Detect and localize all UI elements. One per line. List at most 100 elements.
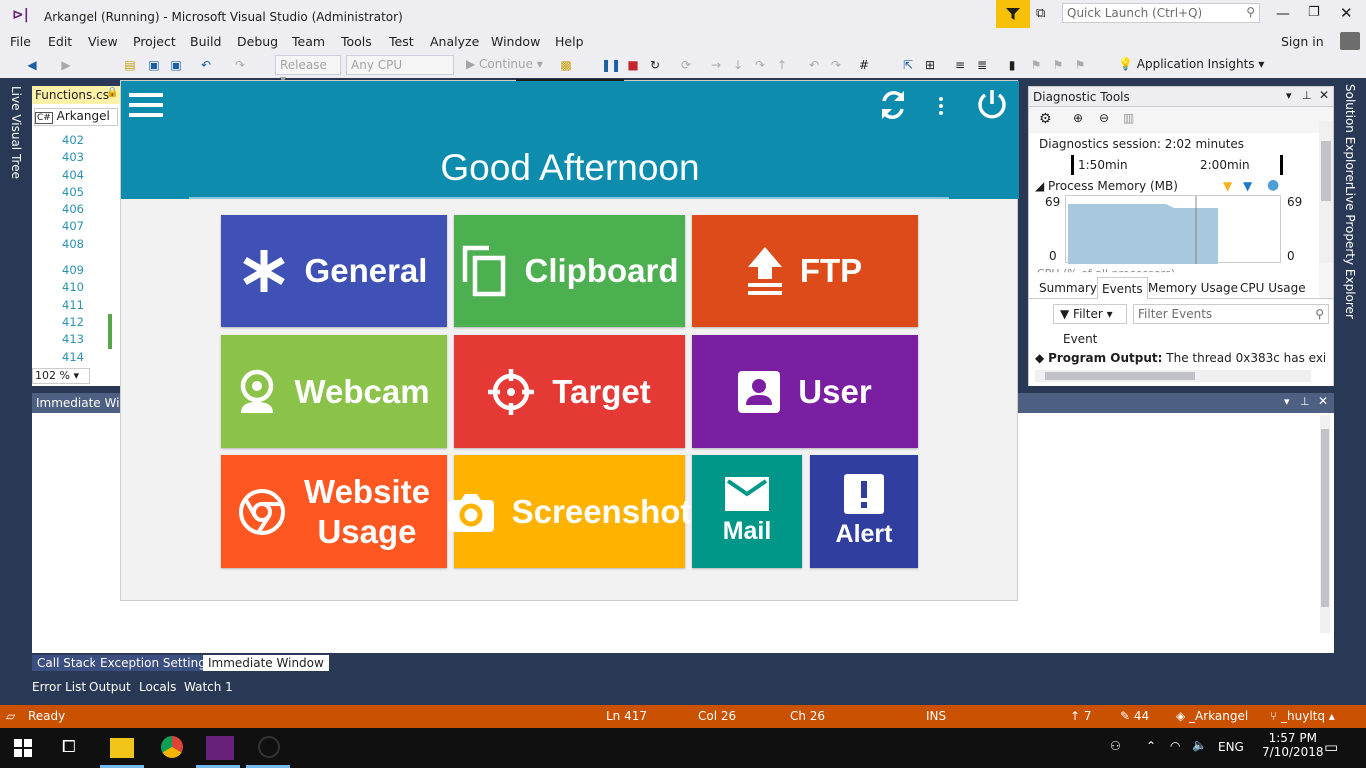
- menu-file[interactable]: File: [10, 34, 31, 49]
- show-hidden-icons[interactable]: ⌃: [1146, 739, 1156, 753]
- repository-indicator[interactable]: ◈ _Arkangel: [1176, 709, 1248, 723]
- filter-events-input[interactable]: Filter Events ⚲: [1133, 304, 1329, 324]
- diag-hscrollbar[interactable]: [1035, 370, 1311, 382]
- app-insights-button[interactable]: 💡 Application Insights ▾: [1118, 57, 1264, 71]
- people-icon[interactable]: ⚇: [1110, 739, 1121, 753]
- menu-edit[interactable]: Edit: [48, 34, 72, 49]
- clock[interactable]: 1:57 PM 7/10/2018: [1262, 731, 1324, 759]
- quick-launch-input[interactable]: Quick Launch (Ctrl+Q) ⚲: [1062, 3, 1260, 23]
- pause-icon[interactable]: ❚❚: [601, 57, 621, 73]
- menu-debug[interactable]: Debug: [237, 34, 278, 49]
- scrollbar-thumb[interactable]: [1321, 429, 1329, 607]
- next-bookmark-icon[interactable]: ⚑: [1050, 57, 1066, 73]
- forward-icon[interactable]: ▶: [58, 57, 74, 73]
- select-element-icon[interactable]: ⇱: [900, 57, 916, 73]
- tab-cpu-usage[interactable]: CPU Usage: [1240, 281, 1306, 295]
- pin-icon[interactable]: 🔒: [106, 87, 118, 98]
- pin-icon[interactable]: ⊥: [1300, 395, 1310, 408]
- task-view-icon[interactable]: ⧠: [62, 737, 76, 757]
- account-icon[interactable]: [1340, 32, 1360, 50]
- open-folder-icon[interactable]: ▤: [122, 57, 138, 73]
- live-visual-tree-tab[interactable]: Live Visual Tree: [9, 86, 23, 179]
- step-out-icon[interactable]: ↑: [774, 57, 790, 73]
- editor-tab[interactable]: Functions.cs 🔒: [32, 86, 120, 104]
- close-icon[interactable]: ✕: [1319, 88, 1329, 102]
- minimize-button[interactable]: —: [1276, 6, 1290, 22]
- continue-button[interactable]: ▶ Continue ▾: [466, 57, 543, 71]
- sign-in-link[interactable]: Sign in: [1281, 34, 1324, 49]
- dropdown-icon[interactable]: ▾: [1286, 89, 1292, 102]
- tile-alert[interactable]: Alert: [810, 455, 918, 568]
- close-button[interactable]: ✕: [1340, 4, 1353, 22]
- hamburger-menu-icon[interactable]: [129, 93, 163, 117]
- step-over-icon[interactable]: ↷: [752, 57, 768, 73]
- tab-locals[interactable]: Locals: [134, 679, 181, 695]
- save-icon[interactable]: ▣: [146, 57, 162, 73]
- close-icon[interactable]: ✕: [1318, 394, 1328, 408]
- filter-button[interactable]: ▼ Filter ▾: [1053, 304, 1127, 324]
- zoom-dropdown[interactable]: 102 % ▾: [32, 368, 90, 384]
- tile-clipboard[interactable]: Clipboard: [454, 215, 685, 327]
- bookmark-icon[interactable]: ▮: [1004, 57, 1020, 73]
- tab-memory-usage[interactable]: Memory Usage: [1148, 281, 1238, 295]
- back-step-icon[interactable]: ↶: [806, 57, 822, 73]
- live-property-explorer-tab[interactable]: Live Property Explorer: [1343, 186, 1357, 319]
- reset-view-icon[interactable]: ▥: [1123, 111, 1134, 125]
- start-icon[interactable]: [14, 739, 32, 760]
- branch-indicator[interactable]: ⑂ _huyltq ▴: [1270, 709, 1335, 723]
- event-column-header[interactable]: Event: [1063, 332, 1097, 346]
- volume-icon[interactable]: 🔈: [1192, 738, 1207, 752]
- menu-test[interactable]: Test: [389, 34, 414, 49]
- hot-reload-icon[interactable]: ⟳: [678, 57, 694, 73]
- feedback-icon[interactable]: ⧉: [1036, 6, 1045, 21]
- prev-bookmark-icon[interactable]: ⚑: [1028, 57, 1044, 73]
- tab-error-list[interactable]: Error List: [27, 679, 91, 695]
- more-options-icon[interactable]: [939, 97, 943, 115]
- menu-build[interactable]: Build: [190, 34, 221, 49]
- save-all-icon[interactable]: ▣: [168, 57, 184, 73]
- tab-immediate-window[interactable]: Immediate Window: [203, 655, 329, 671]
- tile-user[interactable]: User: [692, 335, 918, 448]
- event-row[interactable]: ◆ Program Output: The thread 0x383c has …: [1035, 351, 1325, 369]
- tab-exception-settings[interactable]: Exception Settings: [95, 655, 218, 671]
- tab-events[interactable]: Events: [1097, 277, 1148, 299]
- solution-explorer-tab[interactable]: Solution Explorer: [1343, 84, 1357, 187]
- action-center-icon[interactable]: ▭: [1324, 738, 1338, 756]
- tab-call-stack[interactable]: Call Stack: [32, 655, 102, 671]
- tile-website-usage[interactable]: Website Usage: [221, 455, 447, 568]
- zoom-out-icon[interactable]: ⊖: [1099, 111, 1109, 125]
- timeline-ruler[interactable]: 1:50min 2:00min: [1071, 155, 1283, 175]
- menu-team[interactable]: Team: [292, 34, 325, 49]
- tab-watch-1[interactable]: Watch 1: [179, 679, 238, 695]
- language-indicator[interactable]: ENG: [1218, 740, 1244, 754]
- back-icon[interactable]: ◀: [24, 57, 40, 73]
- tab-output[interactable]: Output: [84, 679, 136, 695]
- step-into-icon[interactable]: ↓: [730, 57, 746, 73]
- dropdown-icon[interactable]: ▾: [1284, 395, 1290, 408]
- tile-mail[interactable]: Mail: [692, 455, 802, 568]
- visual-studio-taskbar-icon[interactable]: [206, 736, 234, 760]
- stop-icon[interactable]: ■: [625, 57, 641, 73]
- tile-target[interactable]: Target: [454, 335, 685, 448]
- layout-adorner-icon[interactable]: ⊞: [922, 57, 938, 73]
- tile-webcam[interactable]: Webcam: [221, 335, 447, 448]
- menu-project[interactable]: Project: [133, 34, 176, 49]
- chrome-taskbar-icon[interactable]: [161, 736, 183, 758]
- comment-icon[interactable]: ≡: [952, 57, 968, 73]
- refresh-icon[interactable]: [876, 87, 910, 126]
- scrollbar[interactable]: [1320, 415, 1330, 633]
- menu-window[interactable]: Window: [491, 34, 540, 49]
- memory-graph[interactable]: [1065, 195, 1281, 264]
- clear-bookmark-icon[interactable]: ⚑: [1072, 57, 1088, 73]
- pending-changes[interactable]: ✎ 44: [1120, 709, 1149, 723]
- tile-general[interactable]: General: [221, 215, 447, 327]
- menu-help[interactable]: Help: [555, 34, 584, 49]
- config-select[interactable]: Release ▾: [275, 55, 341, 86]
- uncomment-icon[interactable]: ≣: [974, 57, 990, 73]
- restart-icon[interactable]: ↻: [647, 57, 663, 73]
- process-icon[interactable]: ▩: [558, 57, 574, 73]
- file-explorer-icon[interactable]: [110, 738, 134, 758]
- scope-dropdown[interactable]: C# Arkangel: [34, 108, 118, 126]
- diag-scrollbar[interactable]: [1319, 121, 1333, 263]
- restore-button[interactable]: ❐: [1308, 5, 1320, 20]
